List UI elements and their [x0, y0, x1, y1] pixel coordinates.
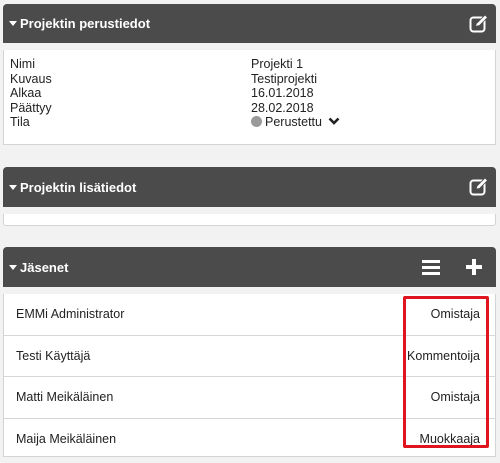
field-row-description: Kuvaus Testiprojekti	[4, 72, 495, 87]
member-row[interactable]: Maija Meikäläinen Muokkaaja	[4, 419, 495, 460]
member-role[interactable]: Muokkaaja	[420, 432, 495, 446]
field-value: 16.01.2018	[251, 86, 314, 100]
field-label: Alkaa	[10, 86, 42, 100]
member-role[interactable]: Omistaja	[431, 307, 495, 321]
additional-info-title: Projektin lisätiedot	[20, 179, 137, 195]
member-row[interactable]: EMMi Administrator Omistaja	[4, 294, 495, 336]
edit-icon[interactable]	[469, 177, 489, 201]
chevron-down-icon[interactable]	[328, 117, 340, 126]
field-label: Päättyy	[10, 100, 52, 115]
status-value: Perustettu	[265, 115, 322, 129]
field-value: Testiprojekti	[251, 71, 317, 86]
field-row-end: Päättyy 28.02.2018	[4, 101, 495, 116]
additional-info-header[interactable]: Projektin lisätiedot	[3, 167, 496, 207]
field-row-start: Alkaa 16.01.2018	[4, 86, 495, 101]
caret-down-icon	[9, 184, 17, 190]
field-row-name: Nimi Projekti 1	[4, 57, 495, 72]
status-select[interactable]: Perustettu	[251, 115, 495, 130]
caret-down-icon	[9, 264, 17, 270]
member-role[interactable]: Omistaja	[431, 390, 495, 404]
basic-info-body: Nimi Projekti 1 Kuvaus Testiprojekti Alk…	[3, 50, 496, 145]
basic-info-header[interactable]: Projektin perustiedot	[3, 4, 496, 43]
members-list: EMMi Administrator Omistaja Testi Käyttä…	[3, 294, 496, 457]
plus-icon[interactable]	[465, 258, 483, 281]
members-header[interactable]: Jäsenet	[3, 247, 496, 287]
member-name: Maija Meikäläinen	[16, 431, 117, 446]
edit-icon[interactable]	[469, 14, 489, 38]
additional-info-body	[3, 214, 496, 226]
members-title: Jäsenet	[20, 259, 69, 275]
basic-info-title: Projektin perustiedot	[20, 16, 151, 31]
field-label: Kuvaus	[10, 71, 52, 86]
member-name: Matti Meikäläinen	[16, 390, 114, 405]
field-value: 28.02.2018	[251, 100, 314, 115]
list-icon[interactable]	[421, 259, 441, 281]
member-name: EMMi Administrator	[16, 307, 125, 322]
field-label: Tila	[10, 115, 30, 129]
member-role[interactable]: Kommentoija	[407, 349, 495, 363]
field-value: Projekti 1	[251, 57, 304, 71]
member-row[interactable]: Testi Käyttäjä Kommentoija	[4, 336, 495, 377]
field-label: Nimi	[10, 57, 35, 71]
member-row[interactable]: Matti Meikäläinen Omistaja	[4, 377, 495, 419]
field-row-status: Tila Perustettu	[4, 115, 495, 130]
caret-down-icon	[9, 21, 17, 26]
status-dot-icon	[251, 116, 262, 127]
member-name: Testi Käyttäjä	[16, 348, 91, 363]
